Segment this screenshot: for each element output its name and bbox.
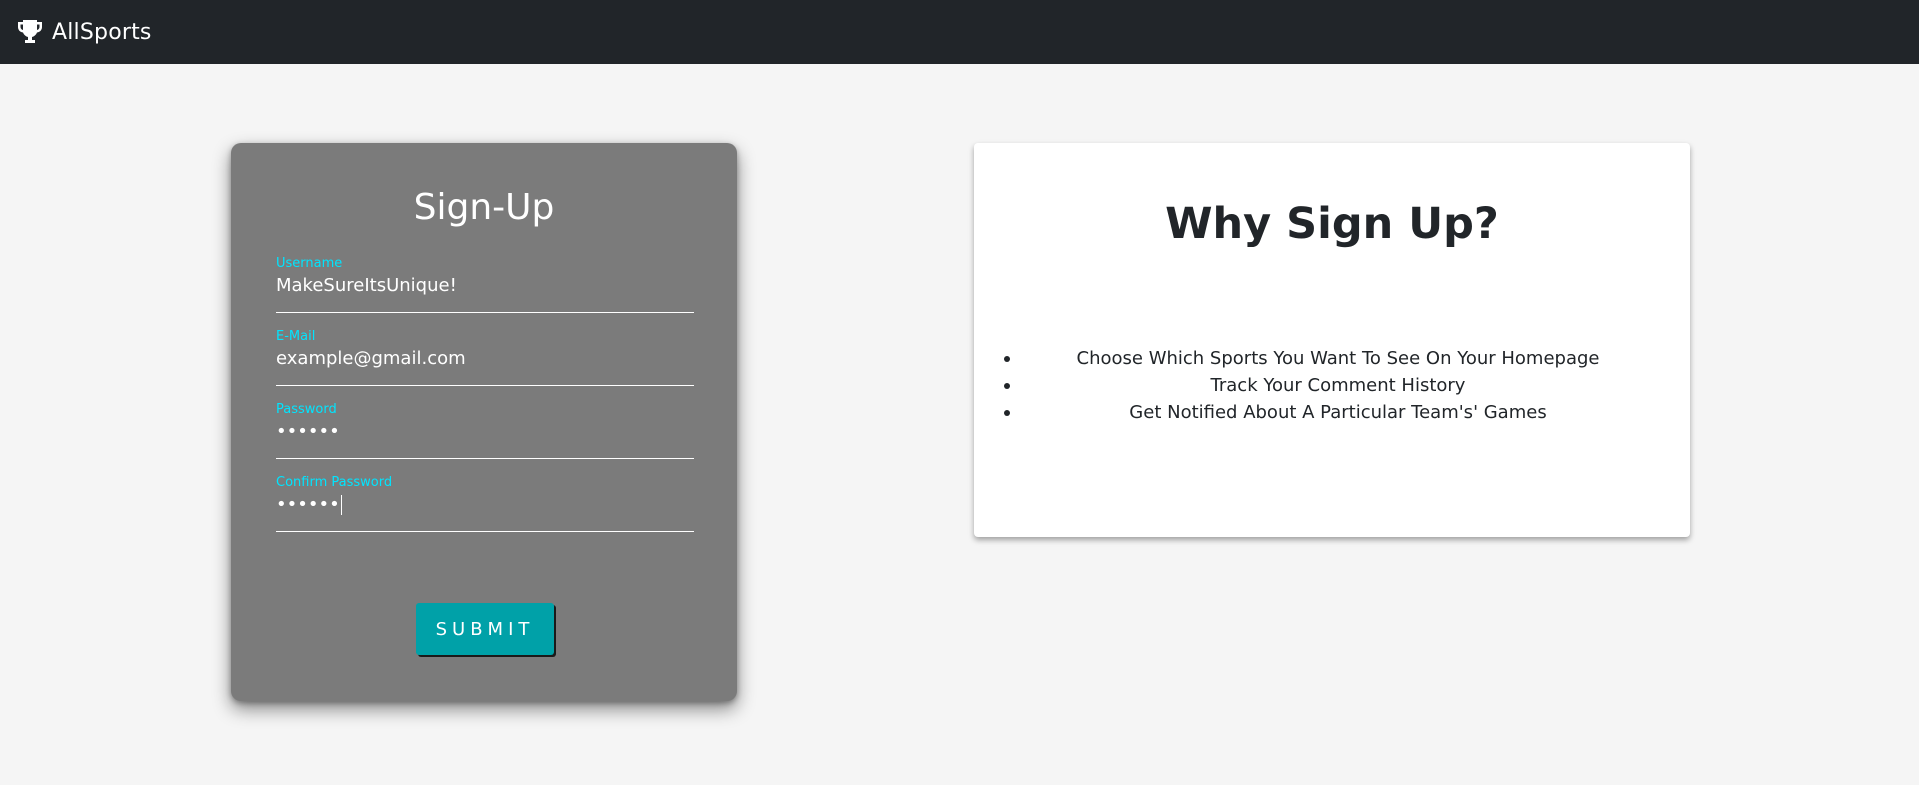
list-item: Choose Which Sports You Want To See On Y… [1004, 345, 1672, 372]
confirm-password-label: Confirm Password [276, 475, 393, 490]
brand-name: AllSports [52, 19, 152, 45]
benefits-list: Choose Which Sports You Want To See On Y… [1004, 345, 1672, 426]
signup-card: Sign-Up Username MakeSureItsUnique! E-Ma… [231, 143, 737, 701]
email-underline [276, 385, 694, 386]
confirm-password-value: •••••• [276, 494, 340, 515]
list-item: Track Your Comment History [1004, 372, 1672, 399]
bullet-icon [1004, 410, 1010, 416]
list-item: Get Notified About A Particular Team's' … [1004, 399, 1672, 426]
password-label: Password [276, 402, 337, 417]
trophy-icon [16, 18, 44, 46]
benefit-text: Get Notified About A Particular Team's' … [1129, 402, 1547, 423]
why-signup-title: Why Sign Up? [1165, 199, 1499, 249]
email-field[interactable]: E-Mail example@gmail.com [276, 329, 694, 389]
navbar: AllSports [0, 0, 1919, 64]
text-caret [340, 495, 342, 515]
bullet-icon [1004, 356, 1010, 362]
confirm-password-field[interactable]: Confirm Password •••••• [276, 475, 694, 535]
username-field[interactable]: Username MakeSureItsUnique! [276, 256, 694, 316]
confirm-password-underline [276, 531, 694, 532]
submit-button[interactable]: SUBMIT [416, 603, 554, 655]
password-underline [276, 458, 694, 459]
benefit-text: Choose Which Sports You Want To See On Y… [1076, 348, 1600, 369]
username-underline [276, 312, 694, 313]
benefit-text: Track Your Comment History [1210, 375, 1466, 396]
signup-title: Sign-Up [413, 187, 555, 228]
email-input[interactable]: example@gmail.com [276, 348, 694, 369]
username-input[interactable]: MakeSureItsUnique! [276, 275, 694, 296]
why-signup-card: Why Sign Up? Choose Which Sports You Wan… [974, 143, 1690, 537]
password-field[interactable]: Password •••••• [276, 402, 694, 462]
email-label: E-Mail [276, 329, 316, 344]
brand-link[interactable]: AllSports [16, 18, 152, 46]
username-label: Username [276, 256, 343, 271]
bullet-icon [1004, 383, 1010, 389]
password-input[interactable]: •••••• [276, 421, 694, 442]
confirm-password-input[interactable]: •••••• [276, 494, 694, 515]
